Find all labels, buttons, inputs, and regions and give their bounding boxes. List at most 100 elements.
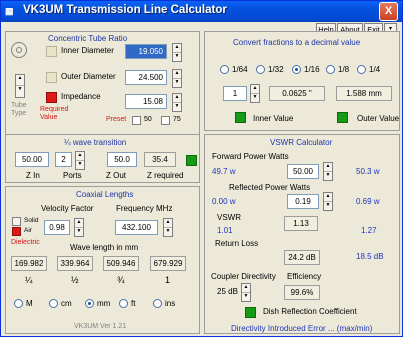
unit-label-cm: cm — [61, 299, 72, 308]
inches-output: 0.0625 " — [269, 86, 325, 101]
zreq-label: Z required — [147, 171, 184, 180]
solid-label: Solid — [24, 217, 39, 224]
wavelength-label: Wave length in mm — [70, 243, 139, 252]
fraction-label-1-64: 1/64 — [232, 65, 248, 74]
inner-color-box — [46, 46, 57, 57]
coax-panel: Coaxial Lengths Velocity Factor Frequenc… — [5, 186, 200, 334]
length-quarter-output: 169.982 — [11, 256, 47, 271]
unit-radio-cm[interactable] — [49, 299, 58, 308]
zreq-indicator — [186, 155, 197, 166]
frequency-label: Frequency MHz — [116, 204, 173, 213]
unit-label-ins: ins — [165, 299, 176, 308]
preset-label: Preset — [106, 116, 127, 123]
fractions-panel: Convert fractions to a decimal value 1/6… — [204, 31, 400, 131]
solid-checkbox[interactable] — [12, 217, 21, 226]
return-loss-label: Return Loss — [215, 239, 259, 248]
coupler-spinner[interactable]: ▲ ▼ — [241, 283, 251, 302]
fraction-radio-1-64[interactable] — [220, 65, 229, 74]
fraction-half-label: ½ — [71, 275, 79, 285]
inner-value-indicator — [235, 112, 246, 123]
preset-75-checkbox[interactable] — [161, 116, 170, 125]
vswr-output: 1.13 — [284, 216, 318, 231]
forward-power-input[interactable]: 50.00 — [287, 164, 319, 179]
fraction-count-input[interactable]: 1 — [223, 86, 247, 101]
outer-spinner[interactable]: ▲ ▼ — [172, 69, 182, 88]
dielectric-label: Dielectric — [11, 239, 40, 246]
unit-radio-ft[interactable] — [119, 299, 128, 308]
zin-input[interactable]: 50.00 — [15, 152, 49, 167]
coupler-directivity-label: Coupler Directivity — [211, 272, 276, 281]
forward-power-spinner[interactable]: ▲ ▼ — [323, 162, 333, 181]
dish-reflection-indicator — [245, 307, 256, 318]
fraction-count-spinner[interactable]: ▲ ▼ — [250, 84, 260, 103]
outer-diameter-label: Outer Diameter — [61, 72, 116, 81]
title-bar[interactable]: ▦ VK3UM Transmission Line Calculator X — [1, 1, 402, 22]
preset-50-checkbox[interactable] — [132, 116, 141, 125]
unit-radio-ins[interactable] — [153, 299, 162, 308]
impedance-spinner[interactable]: ▲ ▼ — [172, 93, 182, 112]
forward-power-left: 49.7 w — [212, 167, 236, 176]
length-three-quarter-output: 509.946 — [103, 256, 139, 271]
fraction-radio-1-8[interactable] — [326, 65, 335, 74]
reflected-power-input[interactable]: 0.19 — [287, 194, 319, 209]
quarterwave-panel: ¼ wave transition 50.00 2 ▲ ▼ 50.0 35.4 Z… — [5, 134, 200, 183]
unit-radio-mm[interactable] — [85, 299, 94, 308]
mm-output: 1.588 mm — [336, 86, 392, 101]
concentric-title: Concentric Tube Ratio — [48, 34, 128, 43]
fraction-full-label: 1 — [165, 275, 171, 285]
unit-radio-m[interactable] — [14, 299, 23, 308]
efficiency-label: Efficiency — [287, 272, 322, 281]
frequency-input[interactable]: 432.100 — [115, 220, 158, 235]
zout-input[interactable]: 50.0 — [107, 152, 137, 167]
velocity-spinner[interactable]: ▲ ▼ — [74, 218, 84, 237]
return-loss-right: 18.5 dB — [356, 252, 384, 261]
zreq-output: 35.4 — [144, 152, 176, 167]
fraction-radio-1-16[interactable] — [292, 65, 301, 74]
fractions-title: Convert fractions to a decimal value — [233, 38, 361, 47]
version-label: VK3UM Ver 1.21 — [74, 323, 127, 330]
frequency-spinner[interactable]: ▲ ▼ — [163, 218, 173, 237]
coupler-directivity-value: 25 dB — [217, 287, 238, 296]
tube-type-label: Tube Type — [11, 102, 27, 117]
forward-power-right: 50.3 w — [356, 167, 380, 176]
vswr-panel: VSWR Calculator Forward Power Watts 49.7… — [204, 134, 400, 334]
preset-50-label: 50 — [144, 116, 152, 123]
directivity-footer: Directivity Introduced Error ... (max/mi… — [231, 324, 373, 333]
impedance-label: Impedance — [61, 92, 101, 101]
impedance-input[interactable]: 15.08 — [125, 94, 167, 109]
app-icon: ▦ — [5, 6, 14, 16]
outer-value-label: Outer Value — [357, 114, 400, 123]
reflected-power-left: 0.00 w — [212, 197, 236, 206]
outer-color-box — [46, 72, 57, 83]
air-checkbox[interactable] — [12, 227, 21, 236]
inner-spinner[interactable]: ▲ ▼ — [172, 43, 182, 62]
velocity-input[interactable]: 0.98 — [44, 220, 70, 235]
coax-title: Coaxial Lengths — [76, 190, 134, 199]
length-full-output: 679.929 — [150, 256, 186, 271]
reflected-power-right: 0.69 w — [356, 197, 380, 206]
required-value-label: Required Value — [40, 106, 69, 121]
reflected-power-spinner[interactable]: ▲ ▼ — [323, 192, 333, 211]
vswr-right: 1.27 — [361, 226, 377, 235]
tube-type-spinner[interactable]: ▲ ▼ — [15, 74, 25, 98]
air-label: Air — [24, 227, 32, 234]
ports-input[interactable]: 2 — [55, 152, 72, 167]
fraction-radio-1-4[interactable] — [357, 65, 366, 74]
return-loss-output: 24.2 dB — [284, 250, 320, 265]
reflected-power-label: Reflected Power Watts — [229, 183, 311, 192]
inner-diameter-input[interactable]: 19.050 — [125, 44, 167, 59]
inner-value-label: Inner Value — [253, 114, 294, 123]
forward-power-label: Forward Power Watts — [212, 152, 289, 161]
close-button[interactable]: X — [379, 2, 398, 21]
velocity-factor-label: Velocity Factor — [41, 204, 94, 213]
app-window: ▦ VK3UM Transmission Line Calculator X H… — [0, 0, 403, 337]
zin-label: Z In — [26, 171, 40, 180]
outer-diameter-input[interactable]: 24.500 — [125, 70, 167, 85]
fraction-label-1-4: 1/4 — [369, 65, 381, 74]
ports-spinner[interactable]: ▲ ▼ — [75, 151, 85, 170]
window-title: VK3UM Transmission Line Calculator — [23, 4, 227, 16]
fraction-three-quarter-label: ¾ — [117, 275, 125, 285]
fraction-label-1-8: 1/8 — [338, 65, 350, 74]
vswr-title: VSWR Calculator — [270, 138, 333, 147]
fraction-radio-1-32[interactable] — [256, 65, 265, 74]
